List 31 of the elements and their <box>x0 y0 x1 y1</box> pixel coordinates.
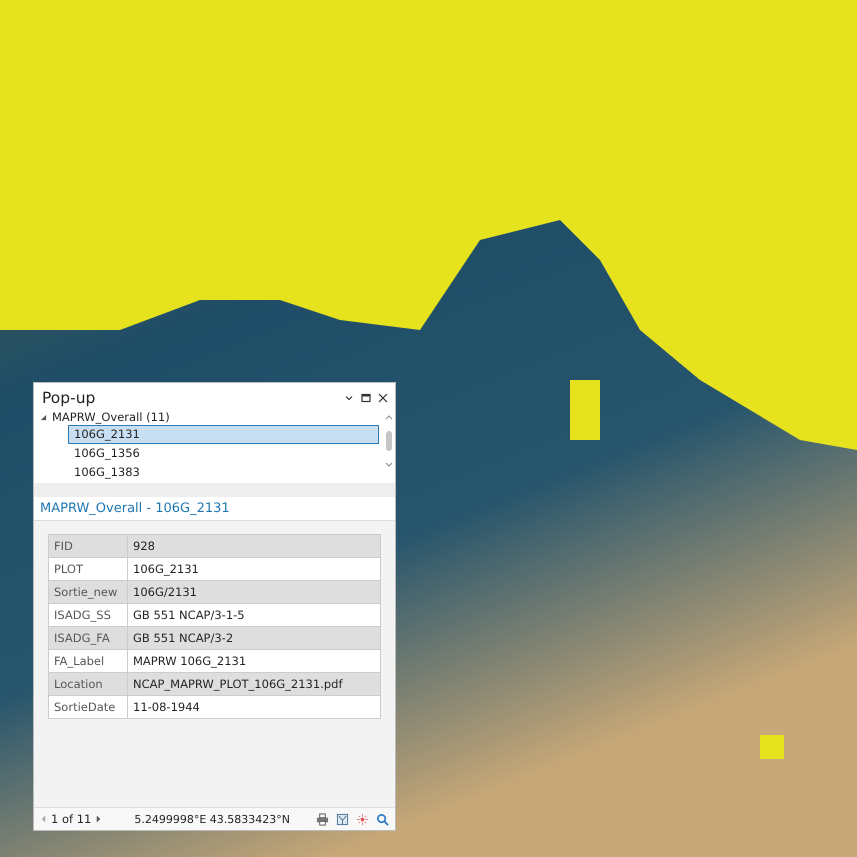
field-value-cell: 11-08-1944 <box>128 696 380 718</box>
field-name-cell: ISADG_SS <box>48 604 128 626</box>
field-name-cell: ISADG_FA <box>48 626 128 650</box>
search-icon[interactable] <box>376 812 389 826</box>
field-value-cell: 106G_2131 <box>128 558 380 580</box>
field-name-cell: Location <box>48 672 128 696</box>
close-icon[interactable] <box>377 392 389 404</box>
field-value-cell: MAPRW 106G_2131 <box>128 650 380 672</box>
feature-tree-item[interactable]: 106G_1356 <box>68 444 379 463</box>
field-value-cell: 928 <box>128 534 380 558</box>
field-name-cell: Sortie_new <box>48 580 128 604</box>
next-arrow-icon[interactable] <box>95 814 102 824</box>
layer-tree-item[interactable]: MAPRW_Overall (11) <box>52 410 170 424</box>
map-zoom-icon[interactable] <box>336 812 349 826</box>
field-name-cell: PLOT <box>48 558 128 580</box>
panel-title: Pop-up <box>42 389 96 407</box>
field-value-cell: GB 551 NCAP/3-2 <box>128 626 380 650</box>
feature-tree-item[interactable]: 106G_2131 <box>68 425 379 444</box>
feature-tree-item[interactable]: 106G_1383 <box>68 463 379 482</box>
field-value-cell: GB 551 NCAP/3-1-5 <box>128 604 380 626</box>
field-name-cell: FID <box>48 534 128 558</box>
coordinates-text: 5.2499998°E 43.5833423°N <box>134 812 292 826</box>
field-name-cell: FA_Label <box>48 650 128 672</box>
flash-icon[interactable] <box>356 812 369 826</box>
record-counter: 1 of 11 <box>51 812 92 826</box>
field-value-cell: 106G/2131 <box>128 580 380 604</box>
field-name-cell: SortieDate <box>48 696 128 718</box>
field-value-cell: NCAP_MAPRW_PLOT_106G_2131.pdf <box>128 672 380 696</box>
expanded-triangle-icon[interactable] <box>40 414 47 420</box>
printer-icon[interactable] <box>316 812 329 826</box>
maximize-icon[interactable] <box>360 392 372 404</box>
